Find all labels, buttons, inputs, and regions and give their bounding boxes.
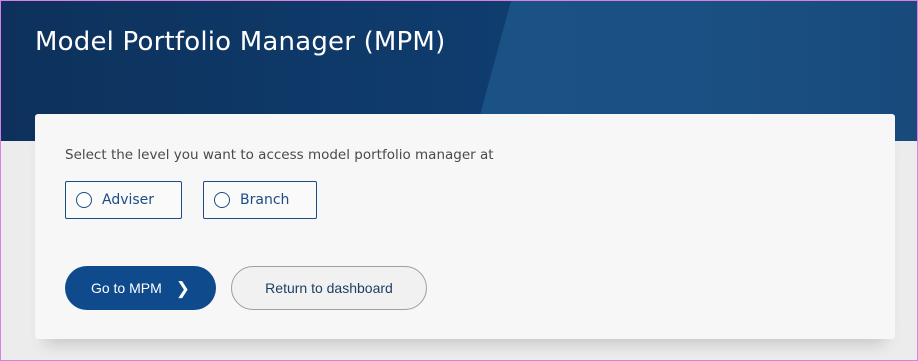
- radio-circle-icon[interactable]: [76, 192, 92, 208]
- go-to-mpm-button[interactable]: Go to MPM ❯: [65, 266, 216, 310]
- return-to-dashboard-label: Return to dashboard: [265, 280, 393, 296]
- radio-option-adviser[interactable]: Adviser: [65, 181, 182, 219]
- radio-circle-icon[interactable]: [214, 192, 230, 208]
- level-prompt: Select the level you want to access mode…: [65, 147, 494, 163]
- level-selection-panel: Select the level you want to access mode…: [35, 114, 895, 339]
- page: Model Portfolio Manager (MPM) Select the…: [1, 1, 917, 360]
- return-to-dashboard-button[interactable]: Return to dashboard: [231, 266, 427, 310]
- radio-label-adviser: Adviser: [102, 192, 155, 208]
- page-title: Model Portfolio Manager (MPM): [35, 27, 446, 57]
- chevron-right-icon: ❯: [175, 278, 191, 298]
- radio-label-branch: Branch: [240, 192, 290, 208]
- radio-option-branch[interactable]: Branch: [203, 181, 317, 219]
- go-to-mpm-label: Go to MPM: [90, 280, 162, 296]
